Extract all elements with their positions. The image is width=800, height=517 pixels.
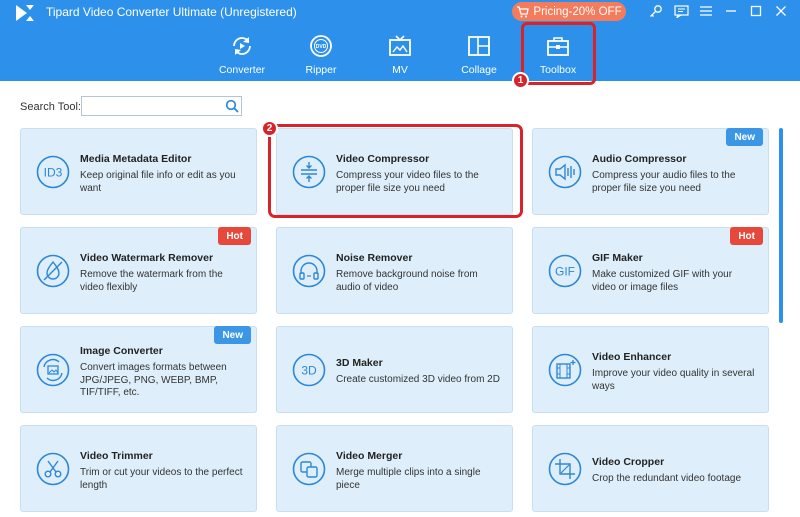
window-controls (647, 3, 790, 19)
tool-card-noise-remover[interactable]: Noise Remover Remove background noise fr… (276, 227, 513, 314)
enhancer-icon (548, 353, 582, 386)
app-title: Tipard Video Converter Ultimate (Unregis… (46, 5, 297, 19)
close-icon[interactable] (772, 3, 790, 19)
pricing-label: Pricing-20% OFF (533, 5, 622, 18)
gif-icon: GIF (548, 254, 582, 287)
pricing-button[interactable]: Pricing-20% OFF (512, 2, 626, 21)
hot-badge: Hot (218, 227, 251, 245)
tab-ripper[interactable]: DVD Ripper (286, 34, 356, 76)
tool-card-image-converter[interactable]: Image Converter Convert images formats b… (20, 326, 257, 413)
tool-title: Noise Remover (336, 252, 413, 264)
tool-description: Create customized 3D video from 2D (336, 374, 500, 385)
tool-title: Image Converter (80, 345, 163, 357)
tool-description: Keep original file info or edit as you w… (80, 170, 236, 194)
id3-icon: ID3 (36, 155, 70, 188)
tool-card-audio-compressor[interactable]: Audio Compressor Compress your audio fil… (532, 128, 769, 215)
tool-title: 3D Maker (336, 357, 383, 369)
tool-description: Crop the redundant video footage (592, 473, 741, 484)
collage-icon (468, 36, 490, 56)
tool-description: Merge multiple clips into a single piece (336, 467, 481, 491)
new-badge: New (726, 128, 763, 146)
converter-icon (233, 37, 251, 55)
tool-title: Video Cropper (592, 456, 665, 468)
image-converter-icon (36, 353, 70, 386)
tool-description: Compress your audio files to the proper … (592, 170, 736, 194)
svg-text:GIF: GIF (555, 264, 575, 278)
tool-title: GIF Maker (592, 252, 643, 264)
tool-card-video-trimmer[interactable]: Video Trimmer Trim or cut your videos to… (20, 425, 257, 512)
dvd-icon: DVD (310, 35, 332, 57)
search-icon[interactable] (225, 99, 239, 113)
search-label: Search Tool: (20, 101, 81, 113)
tab-converter[interactable]: Converter (207, 34, 277, 76)
tool-card-3d-maker[interactable]: 3D 3D Maker Create customized 3D video f… (276, 326, 513, 413)
3d-icon: 3D (292, 353, 326, 386)
new-badge: New (214, 326, 251, 344)
title-bar: Tipard Video Converter Ultimate (Unregis… (0, 0, 800, 81)
audio-compress-icon (548, 155, 582, 188)
tool-description: Improve your video quality in several wa… (592, 368, 755, 392)
tool-card-video-cropper[interactable]: Video Cropper Crop the redundant video f… (532, 425, 769, 512)
tool-title: Media Metadata Editor (80, 153, 192, 165)
tool-title: Video Enhancer (592, 351, 672, 363)
tool-title: Audio Compressor (592, 153, 687, 165)
tab-converter-label: Converter (218, 64, 266, 76)
tv-icon (389, 35, 411, 56)
tool-description: Remove the watermark from the video flex… (80, 269, 223, 293)
tool-description: Convert images formats between JPG/JPEG,… (80, 362, 227, 398)
tool-card-video-watermark-remover[interactable]: Video Watermark Remover Remove the water… (20, 227, 257, 314)
menu-icon[interactable] (697, 3, 715, 19)
app-logo-icon (16, 5, 34, 21)
step-2-badge: 2 (261, 120, 278, 137)
search-input[interactable] (81, 96, 242, 116)
tab-mv-label: MV (392, 64, 408, 76)
tool-card-media-metadata-editor[interactable]: ID3 Media Metadata Editor Keep original … (20, 128, 257, 215)
watermark-remover-icon (36, 254, 70, 287)
tool-description: Trim or cut your videos to the perfect l… (80, 467, 243, 491)
minimize-icon[interactable] (722, 3, 740, 19)
tool-description: Remove background noise from audio of vi… (336, 269, 478, 293)
step-1-badge: 1 (512, 72, 529, 89)
hot-badge: Hot (730, 227, 763, 245)
crop-icon (548, 452, 582, 485)
tool-card-video-merger[interactable]: Video Merger Merge multiple clips into a… (276, 425, 513, 512)
svg-text:ID3: ID3 (44, 165, 63, 179)
main-nav: Converter DVD Ripper MV Collage Toolbox (0, 34, 800, 80)
svg-text:DVD: DVD (316, 44, 327, 50)
headphones-icon (292, 254, 326, 287)
scissors-icon (36, 452, 70, 485)
scrollbar[interactable] (779, 128, 783, 323)
tool-description: Make customized GIF with your video or i… (592, 269, 733, 293)
maximize-icon[interactable] (747, 3, 765, 19)
tab-collage[interactable]: Collage (444, 34, 514, 76)
tool-title: Video Trimmer (80, 450, 153, 462)
tab-ripper-label: Ripper (305, 64, 337, 76)
tool-title: Video Watermark Remover (80, 252, 214, 264)
video-compressor-highlight-box (268, 124, 523, 218)
cart-icon (517, 5, 530, 17)
toolbox-highlight-box (521, 22, 596, 85)
feedback-icon[interactable] (672, 3, 690, 19)
tab-mv[interactable]: MV (365, 34, 435, 76)
svg-text:3D: 3D (301, 363, 317, 377)
merge-icon (292, 452, 326, 485)
tool-title: Video Merger (336, 450, 403, 462)
key-icon[interactable] (647, 3, 665, 19)
tab-collage-label: Collage (461, 64, 497, 76)
tool-card-video-enhancer[interactable]: Video Enhancer Improve your video qualit… (532, 326, 769, 413)
tool-card-gif-maker[interactable]: GIF GIF Maker Make customized GIF with y… (532, 227, 769, 314)
